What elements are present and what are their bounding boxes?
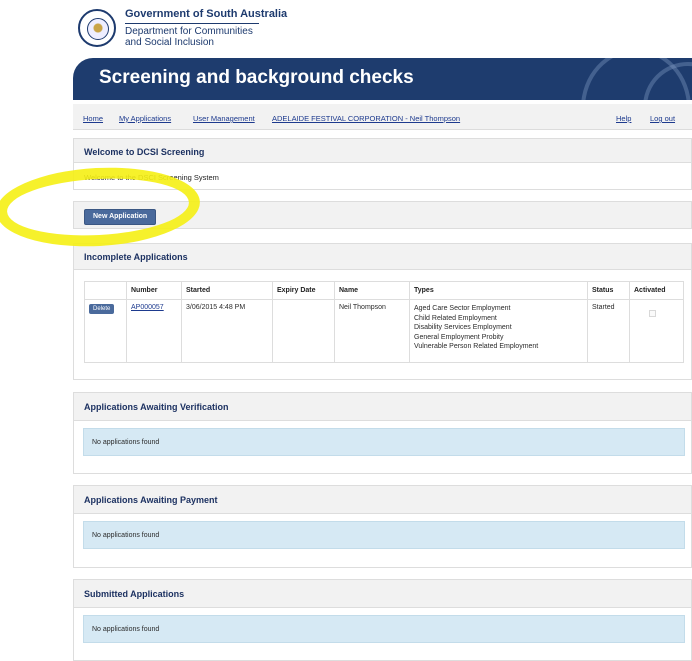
incomplete-applications-panel: Incomplete Applications Number Started E… — [73, 243, 692, 380]
dept-line-2: and Social Inclusion — [125, 37, 214, 49]
top-nav: Home My Applications User Management ADE… — [73, 104, 692, 130]
submitted-applications-empty: No applications found — [83, 615, 685, 643]
table-header-row: Number Started Expiry Date Name Types St… — [84, 281, 684, 300]
col-status: Status — [587, 281, 630, 300]
awaiting-payment-panel: Applications Awaiting Payment No applica… — [73, 485, 692, 568]
col-types: Types — [409, 281, 588, 300]
new-application-button[interactable]: New Application — [84, 209, 157, 225]
awaiting-verification-title: Applications Awaiting Verification — [74, 393, 691, 421]
cell-status: Started — [587, 299, 630, 363]
cell-activated — [629, 299, 684, 363]
logo-text: Government of South Australia Department… — [125, 8, 287, 49]
awaiting-payment-title: Applications Awaiting Payment — [74, 486, 691, 514]
welcome-title: Welcome to DCSI Screening — [74, 139, 691, 163]
incomplete-applications-table: Number Started Expiry Date Name Types St… — [84, 281, 684, 363]
awaiting-verification-panel: Applications Awaiting Verification No ap… — [73, 392, 692, 474]
cell-number: AP000057 — [126, 299, 182, 363]
cell-name: Neil Thompson — [334, 299, 410, 363]
activated-checkbox[interactable] — [649, 310, 656, 317]
type-item: Vulnerable Person Related Employment — [414, 343, 539, 350]
type-item: Disability Services Employment — [414, 324, 512, 331]
cell-expiry-date — [272, 299, 335, 363]
nav-my-applications-link[interactable]: My Applications — [119, 114, 171, 123]
col-started: Started — [181, 281, 273, 300]
type-item: Aged Care Sector Employment — [414, 305, 511, 312]
col-number: Number — [126, 281, 182, 300]
nav-help-link[interactable]: Help — [616, 114, 631, 123]
table-row: Delete AP000057 3/06/2015 4:48 PM Neil T… — [84, 299, 684, 363]
incomplete-applications-title: Incomplete Applications — [74, 244, 691, 270]
cell-started: 3/06/2015 4:48 PM — [181, 299, 273, 363]
type-item: General Employment Probity — [414, 333, 504, 341]
col-activated: Activated — [629, 281, 684, 300]
nav-user-management-link[interactable]: User Management — [193, 114, 255, 123]
col-expiry-date: Expiry Date — [272, 281, 335, 300]
welcome-panel: Welcome to DCSI Screening Welcome to the… — [73, 138, 692, 190]
col-name: Name — [334, 281, 410, 300]
coat-of-arms-icon — [78, 9, 116, 48]
submitted-applications-title: Submitted Applications — [74, 580, 691, 608]
gov-logo: Government of South Australia Department… — [78, 8, 287, 49]
page-banner: Screening and background checks — [73, 58, 692, 100]
nav-logout-link[interactable]: Log out — [650, 114, 675, 123]
logo-divider — [125, 22, 259, 24]
actions-bar: New Application — [73, 201, 692, 229]
cell-types: Aged Care Sector Employment Child Relate… — [409, 299, 588, 363]
awaiting-verification-empty: No applications found — [83, 428, 685, 456]
col-actions — [84, 281, 127, 300]
type-item: Child Related Employment — [414, 314, 497, 322]
application-number-link[interactable]: AP000057 — [131, 304, 164, 311]
gov-name: Government of South Australia — [125, 8, 288, 20]
page-title: Screening and background checks — [99, 67, 414, 88]
dept-line-1: Department for Communities — [125, 25, 253, 37]
awaiting-payment-empty: No applications found — [83, 521, 685, 549]
nav-home-link[interactable]: Home — [83, 114, 103, 123]
cell-actions: Delete — [84, 299, 127, 363]
welcome-message: Welcome to the DSCI Screening System — [84, 173, 219, 182]
submitted-applications-panel: Submitted Applications No applications f… — [73, 579, 692, 661]
nav-organisation-link[interactable]: ADELAIDE FESTIVAL CORPORATION - Neil Tho… — [272, 114, 460, 123]
delete-button[interactable]: Delete — [89, 304, 115, 314]
